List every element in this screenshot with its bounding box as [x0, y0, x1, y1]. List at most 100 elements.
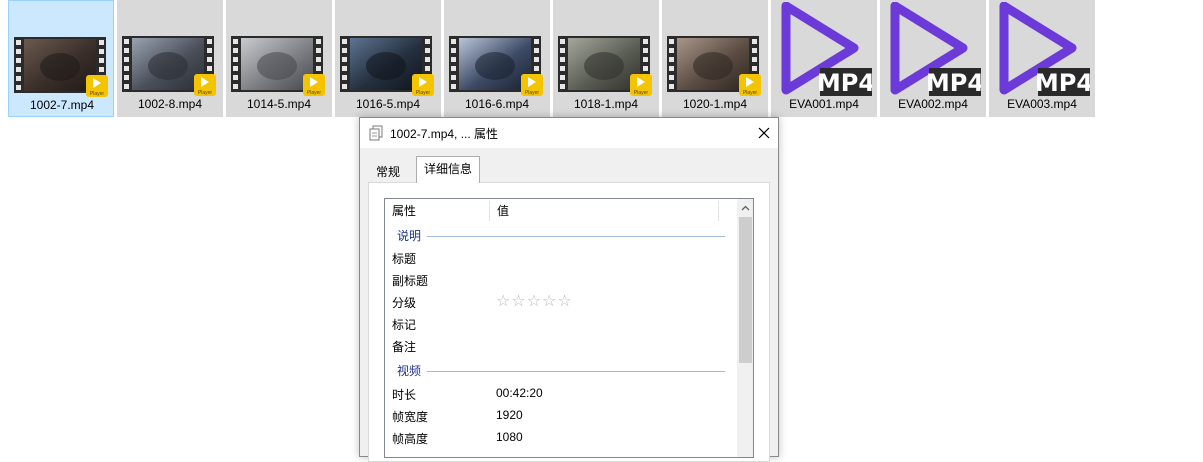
property-row[interactable]: 副标题: [385, 268, 737, 290]
file-item-1014-5[interactable]: Player 1014-5.mp4: [226, 0, 332, 117]
vertical-scrollbar[interactable]: [737, 199, 753, 457]
film-hole: [560, 57, 565, 62]
film-hole: [643, 48, 648, 53]
file-name: EVA002.mp4: [898, 97, 968, 111]
film-hole: [207, 57, 212, 62]
files-properties-icon: [369, 125, 383, 141]
film-hole: [124, 39, 129, 44]
video-thumbnail-icon: Player: [449, 36, 543, 96]
file-item-1002-8[interactable]: Player 1002-8.mp4: [117, 0, 223, 117]
player-badge-label: Player: [307, 90, 322, 96]
tab-details[interactable]: 详细信息: [416, 156, 481, 183]
film-hole: [752, 66, 757, 71]
film-hole: [534, 57, 539, 62]
film-hole: [643, 39, 648, 44]
player-badge-label: Player: [743, 90, 758, 96]
file-item-1016-5[interactable]: Player 1016-5.mp4: [335, 0, 441, 117]
film-hole: [560, 39, 565, 44]
film-hole: [342, 39, 347, 44]
property-row[interactable]: 标记: [385, 312, 737, 334]
file-item-eva001[interactable]: MP4 EVA001.mp4: [771, 0, 877, 117]
property-row[interactable]: 分级 ☆☆☆☆☆: [385, 290, 737, 312]
file-name: EVA001.mp4: [789, 97, 859, 111]
property-list[interactable]: 属性 值 说明 标题 副标题 分级 ☆☆☆☆☆ 标记 备注 视频 时长 00:4…: [384, 198, 754, 458]
film-hole: [124, 57, 129, 62]
film-hole: [560, 84, 565, 89]
title-bar[interactable]: 1002-7.mp4, ... 属性: [360, 118, 778, 148]
file-name: EVA003.mp4: [1007, 97, 1077, 111]
film-hole: [124, 75, 129, 80]
property-row[interactable]: 帧高度 1080: [385, 426, 737, 448]
details-panel: 属性 值 说明 标题 副标题 分级 ☆☆☆☆☆ 标记 备注 视频 时长 00:4…: [368, 182, 770, 462]
property-name: 备注: [392, 340, 417, 354]
properties-dialog: 1002-7.mp4, ... 属性 常规 详细信息 属性 值 说明 标题 副标…: [359, 117, 779, 462]
file-item-1016-6[interactable]: Player 1016-6.mp4: [444, 0, 550, 117]
video-thumbnail-icon: Player: [558, 36, 652, 96]
film-hole: [207, 48, 212, 53]
scroll-up-button[interactable]: [737, 199, 753, 216]
film-hole: [99, 58, 104, 63]
list-header: 属性 值: [385, 199, 737, 223]
film-hole: [233, 48, 238, 53]
video-frame: [475, 52, 515, 80]
file-name: 1002-8.mp4: [137, 97, 203, 111]
file-item-1020-1[interactable]: Player 1020-1.mp4: [662, 0, 768, 117]
film-hole: [233, 66, 238, 71]
video-frame: [257, 52, 297, 80]
file-item-1018-1[interactable]: Player 1018-1.mp4: [553, 0, 659, 117]
film-hole: [669, 39, 674, 44]
star-icon[interactable]: ☆: [527, 293, 542, 310]
star-icon[interactable]: ☆: [542, 293, 557, 310]
video-frame: [584, 52, 624, 80]
film-hole: [316, 39, 321, 44]
film-hole: [316, 57, 321, 62]
film-hole: [124, 48, 129, 53]
rating-stars[interactable]: ☆☆☆☆☆: [496, 291, 573, 311]
film-hole: [233, 39, 238, 44]
chevron-up-icon: [741, 205, 750, 210]
star-icon[interactable]: ☆: [511, 293, 526, 310]
property-name: 帧宽度: [392, 410, 429, 424]
property-row[interactable]: 备注: [385, 334, 737, 356]
film-hole: [16, 40, 21, 45]
column-divider[interactable]: [718, 201, 719, 221]
film-hole: [16, 58, 21, 63]
film-hole: [342, 57, 347, 62]
film-hole: [342, 48, 347, 53]
group-header-description[interactable]: 说明: [385, 224, 737, 246]
video-thumbnail-icon: Player: [667, 36, 761, 96]
property-row[interactable]: 帧宽度 1920: [385, 404, 737, 426]
film-hole: [752, 48, 757, 53]
mp4-label: MP4: [817, 69, 872, 96]
close-button[interactable]: [750, 118, 778, 148]
file-item-1002-7[interactable]: Player 1002-7.mp4: [8, 0, 114, 117]
file-item-eva003[interactable]: MP4 EVA003.mp4: [989, 0, 1095, 117]
group-divider: [427, 371, 725, 372]
property-row[interactable]: 时长 00:42:20: [385, 382, 737, 404]
star-icon[interactable]: ☆: [557, 293, 572, 310]
player-badge-label: Player: [525, 90, 540, 96]
film-hole: [233, 75, 238, 80]
scroll-thumb[interactable]: [739, 217, 752, 363]
film-hole: [425, 48, 430, 53]
file-name: 1014-5.mp4: [246, 97, 312, 111]
video-frame: [148, 52, 188, 80]
film-hole: [752, 39, 757, 44]
property-row[interactable]: 标题: [385, 246, 737, 268]
property-name: 分级: [392, 296, 417, 310]
film-hole: [534, 48, 539, 53]
column-header-value[interactable]: 值: [490, 199, 718, 223]
tab-general[interactable]: 常规: [368, 160, 408, 182]
group-header-video[interactable]: 视频: [385, 359, 737, 381]
film-hole: [316, 48, 321, 53]
film-hole: [752, 57, 757, 62]
film-hole: [342, 84, 347, 89]
column-header-property[interactable]: 属性: [385, 199, 489, 223]
mp4-label: MP4: [1035, 69, 1090, 96]
star-icon[interactable]: ☆: [496, 293, 511, 310]
player-badge-label: Player: [416, 90, 431, 96]
film-hole: [425, 66, 430, 71]
film-hole: [669, 66, 674, 71]
file-item-eva002[interactable]: MP4 EVA002.mp4: [880, 0, 986, 117]
film-hole: [342, 75, 347, 80]
